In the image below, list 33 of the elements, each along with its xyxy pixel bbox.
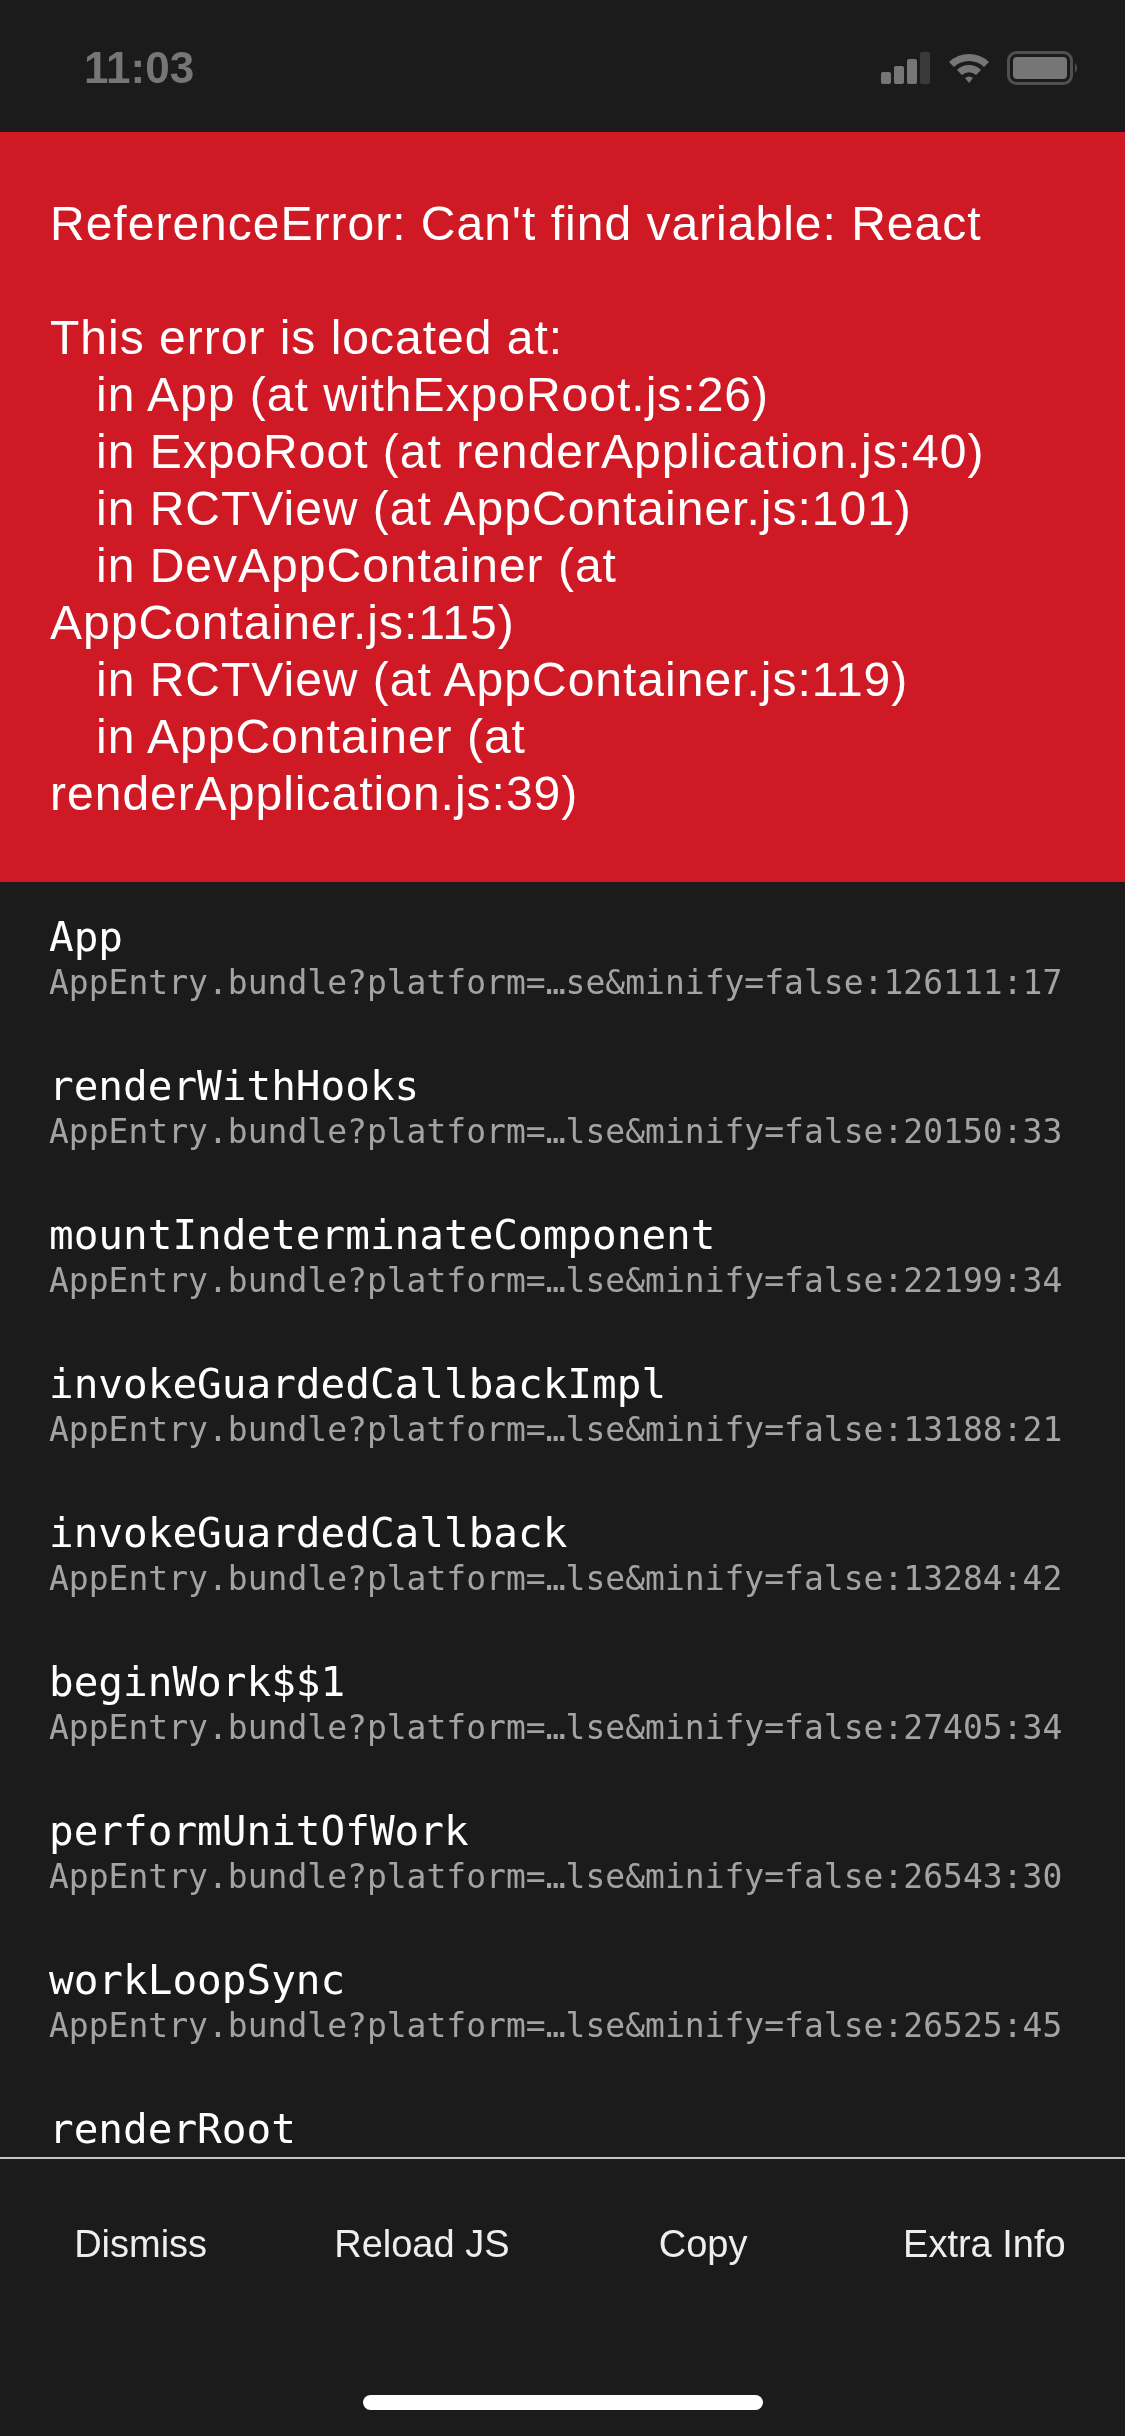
frame-method-name: renderWithHooks [49, 1061, 420, 1111]
frame-method-name: performUnitOfWork [49, 1806, 469, 1856]
component-stack-line: in ExpoRoot (at renderApplication.js:40) [95, 424, 986, 480]
footer-button[interactable]: Extra Info [891, 2194, 1078, 2294]
frame-method-name: beginWork$$1 [49, 1657, 346, 1707]
component-stack-line: in AppContainer (at renderApplication.js:39) [50, 709, 580, 822]
frame-location: AppEntry.bundle?platform=…lse&minify=false:22199:34 [49, 1260, 1063, 1302]
component-stack-line: in App (at withExpoRoot.js:26) [95, 367, 770, 423]
component-stack-line: in DevAppContainer (at AppContainer.js:115) [50, 538, 618, 651]
signal-icon [881, 52, 931, 84]
frame-method-name: workLoopSync [49, 1955, 346, 2005]
error-location-heading: This error is located at: [50, 310, 565, 366]
component-stack-line: in RCTView (at AppContainer.js:101) [95, 481, 913, 537]
status-time: 11:03 [84, 46, 195, 90]
frame-location: AppEntry.bundle?platform=…lse&minify=false:27405:34 [49, 1707, 1063, 1749]
frame-method-name: App [49, 912, 124, 962]
frame-location: AppEntry.bundle?platform=…lse&minify=false:20150:33 [49, 1111, 1063, 1153]
frame-method-name: invokeGuardedCallbackImpl [49, 1359, 667, 1409]
frame-location: AppEntry.bundle?platform=…lse&minify=false:13188:21 [49, 1409, 1063, 1451]
wifi-icon [947, 52, 991, 84]
frame-location: AppEntry.bundle?platform=…se&minify=false:126111:17 [49, 962, 1063, 1004]
frame-location: AppEntry.bundle?platform=…lse&minify=false:26543:30 [49, 1856, 1063, 1898]
component-stack-line: in RCTView (at AppContainer.js:119) [95, 652, 910, 708]
footer-button[interactable]: Dismiss [62, 2194, 220, 2294]
frame-method-name: renderRoot [49, 2104, 296, 2154]
frame-location: AppEntry.bundle?platform=…lse&minify=false:13284:42 [49, 1558, 1063, 1600]
frame-location: AppEntry.bundle?platform=…lse&minify=false:26525:45 [49, 2005, 1063, 2047]
error-message: ReferenceError: Can't find variable: React [50, 196, 983, 252]
footer-button[interactable]: Reload JS [322, 2194, 522, 2294]
frame-method-name: invokeGuardedCallback [49, 1508, 568, 1558]
frame-method-name: mountIndeterminateComponent [49, 1210, 716, 1260]
battery-icon [1007, 51, 1079, 85]
footer-button[interactable]: Copy [646, 2194, 760, 2294]
